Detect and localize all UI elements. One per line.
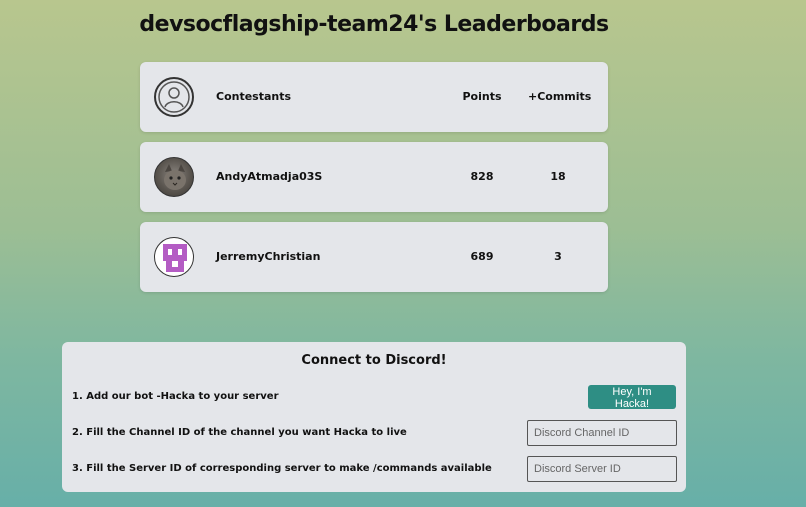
avatar [154,157,194,197]
page-title: devsocflagship-team24's Leaderboards [139,12,609,37]
discord-title: Connect to Discord! [301,353,447,368]
contestant-commits: 18 [550,170,566,183]
user-circle-icon [154,77,194,117]
discord-panel: Connect to Discord! 1. Add our bot -Hack… [62,342,686,492]
contestant-points: 828 [470,170,494,183]
points-header: Points [462,90,502,103]
contestant-name: AndyAtmadja03S [216,170,323,183]
server-id-input[interactable] [527,456,677,482]
step-server-id: 3. Fill the Server ID of corresponding s… [72,463,492,474]
contestant-commits: 3 [554,250,562,263]
contestant-points: 689 [470,250,494,263]
avatar [154,237,194,277]
step-add-bot: 1. Add our bot -Hacka to your server [72,391,279,402]
step-channel-id: 2. Fill the Channel ID of the channel yo… [72,427,407,438]
commits-header: +Commits [528,90,592,103]
contestants-header: Contestants [216,90,292,103]
channel-id-input[interactable] [527,420,677,446]
contestant-name: JerremyChristian [216,250,321,263]
leaderboard-row: JerremyChristian 689 3 [140,222,608,292]
add-hacka-button[interactable]: Hey, I'm Hacka! [588,385,676,410]
leaderboard-row: AndyAtmadja03S 828 18 [140,142,608,212]
leaderboard-header: Contestants Points +Commits [140,62,608,132]
